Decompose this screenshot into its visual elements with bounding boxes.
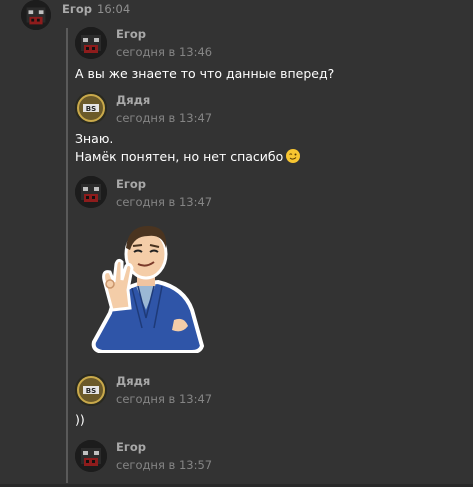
thread-line — [66, 28, 68, 483]
message-time: сегодня в 13:47 — [116, 392, 213, 406]
message-text: Намёк понятен, но нет спасибо — [75, 149, 284, 164]
avatar-egor[interactable] — [21, 0, 51, 30]
message-text: А вы же знаете то что данные вперед? — [75, 66, 335, 81]
message-text-line-2: Намёк понятен, но нет спасибо — [75, 149, 301, 164]
avatar-egor[interactable] — [75, 27, 107, 59]
message-text: )) — [75, 412, 85, 427]
avatar-egor[interactable] — [75, 176, 107, 208]
message-text-line-1: Знаю. — [75, 131, 114, 146]
svg-text:BS: BS — [86, 387, 96, 395]
message-time: сегодня в 13:47 — [116, 195, 213, 209]
message-author[interactable]: Егор — [116, 440, 146, 454]
message-author[interactable]: Дядя — [116, 93, 150, 107]
message-time: сегодня в 13:46 — [116, 45, 213, 59]
message-time: сегодня в 13:47 — [116, 111, 213, 125]
avatar-dyadya[interactable]: BS — [75, 374, 107, 406]
message-author[interactable]: Егор — [116, 177, 146, 191]
header-author[interactable]: Егор — [62, 2, 92, 16]
svg-text:BS: BS — [86, 105, 96, 113]
avatar-egor[interactable] — [75, 440, 107, 472]
sticker[interactable] — [88, 218, 206, 354]
message-time: сегодня в 13:57 — [116, 458, 213, 472]
message-author[interactable]: Дядя — [116, 374, 150, 388]
message-author[interactable]: Егор — [116, 27, 146, 41]
avatar-dyadya[interactable]: BS — [75, 92, 107, 124]
header-time: 16:04 — [97, 2, 131, 16]
winking-face-icon — [286, 149, 301, 163]
